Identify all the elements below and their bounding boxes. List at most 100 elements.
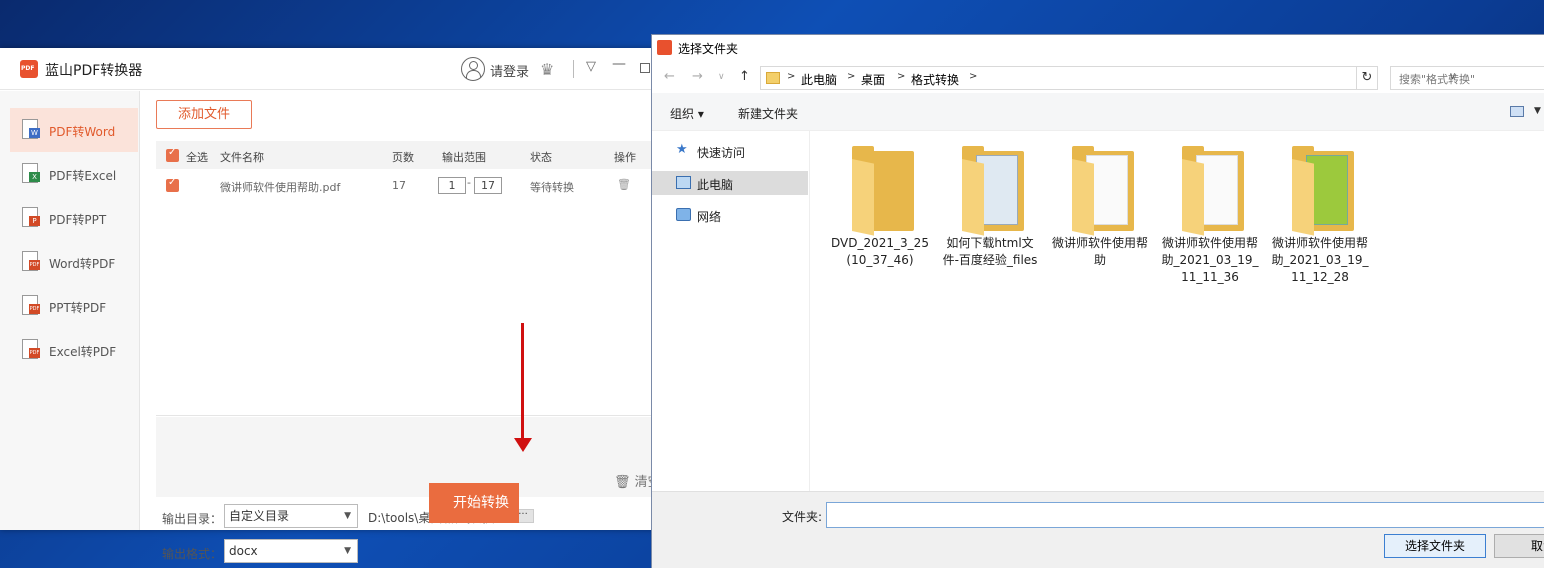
folder-icon xyxy=(852,146,914,236)
nav-item-label: 快速访问 xyxy=(697,146,746,160)
sidebar: W PDF转Word X PDF转Excel P PDF转PPT PDF Wor… xyxy=(0,91,140,530)
back-arrow-icon[interactable]: ← xyxy=(664,69,675,84)
refresh-icon[interactable]: ↻ xyxy=(1356,66,1378,90)
range-dash: - xyxy=(467,176,471,189)
computer-icon xyxy=(676,176,691,189)
cancel-button[interactable]: 取消 xyxy=(1494,534,1544,558)
chevron-right-icon[interactable]: > xyxy=(897,71,905,82)
chevron-down-icon[interactable]: ▼ xyxy=(1534,106,1541,116)
select-folder-button[interactable]: 选择文件夹 xyxy=(1384,534,1486,558)
header-range: 输出范围 xyxy=(442,151,486,164)
app-logo-icon xyxy=(657,40,672,55)
sidebar-item-pdf-to-word[interactable]: W PDF转Word xyxy=(10,108,138,152)
output-settings-panel xyxy=(156,417,656,497)
output-dir-select[interactable]: 自定义目录 ▼ xyxy=(224,504,358,528)
header-pages: 页数 xyxy=(392,151,414,164)
row-checkbox[interactable] xyxy=(166,177,179,192)
sidebar-item-pdf-to-ppt[interactable]: P PDF转PPT xyxy=(10,196,138,240)
delete-row-icon[interactable]: 🗑 xyxy=(617,178,631,191)
header-name: 文件名称 xyxy=(220,151,264,164)
output-format-label: 输出格式： xyxy=(162,547,223,561)
badge: P xyxy=(29,216,40,226)
network-icon xyxy=(676,208,691,221)
organize-menu[interactable]: 组织 ▾ xyxy=(670,105,704,122)
range-to-input[interactable]: 17 xyxy=(474,177,502,194)
add-file-button[interactable]: 添加文件 xyxy=(156,100,252,129)
badge: X xyxy=(29,172,40,182)
breadcrumb-format-convert[interactable]: 格式转换 xyxy=(911,71,959,88)
folder-name: 微讲师软件使用帮助 xyxy=(1051,236,1148,267)
folder-name: 如何下载html文件-百度经验_files xyxy=(942,236,1038,267)
annotation-arrow-head xyxy=(514,438,532,452)
minimize-icon[interactable]: — xyxy=(612,56,626,72)
row-file-name: 微讲师软件使用帮助.pdf xyxy=(220,181,341,194)
folder-item[interactable]: 微讲师软件使用帮助_2021_03_19_11_11_36 xyxy=(1160,141,1260,301)
badge: W xyxy=(29,128,40,138)
folder-icon xyxy=(1292,146,1354,236)
forward-arrow-icon[interactable]: → xyxy=(692,69,703,84)
folder-icon xyxy=(766,72,780,84)
star-icon: ★ xyxy=(676,142,688,157)
folder-item[interactable]: 微讲师软件使用帮助 xyxy=(1050,141,1150,301)
header-ops: 操作 xyxy=(614,151,636,164)
sidebar-item-excel-to-pdf[interactable]: PDF Excel转PDF xyxy=(10,328,138,372)
chevron-down-icon: ▼ xyxy=(344,546,351,556)
app-title: 蓝山PDF转换器 xyxy=(45,63,143,79)
pdf-doc-icon: PDF xyxy=(22,339,40,359)
chevron-right-icon[interactable]: > xyxy=(787,71,795,82)
recent-dropdown-icon[interactable]: ∨ xyxy=(718,72,725,82)
nav-item-label: 此电脑 xyxy=(697,178,734,192)
start-convert-button[interactable]: 开始转换 xyxy=(429,483,519,523)
dialog-toolbar: 组织 ▾ 新建文件夹 ▼ xyxy=(652,93,1544,131)
menu-dropdown-icon[interactable]: ▽ xyxy=(586,59,596,74)
chevron-right-icon[interactable]: > xyxy=(847,71,855,82)
folder-item[interactable]: 微讲师软件使用帮助_2021_03_19_11_12_28 xyxy=(1270,141,1370,301)
vip-crown-icon[interactable]: ♛ xyxy=(540,60,554,79)
select-folder-dialog: 选择文件夹 ← → ∨ ↑ > 此电脑 > 桌面 > 格式转换 > ∨ ↻ 搜索… xyxy=(651,34,1544,568)
view-options-icon[interactable] xyxy=(1510,106,1524,117)
pdf-doc-icon: PDF xyxy=(22,251,40,271)
row-status: 等待转换 xyxy=(530,181,574,194)
up-arrow-icon[interactable]: ↑ xyxy=(739,69,750,84)
folder-icon xyxy=(962,146,1024,236)
app-logo-icon xyxy=(20,60,38,78)
nav-item-quick-access[interactable]: ★ 快速访问 xyxy=(652,139,808,163)
sidebar-item-label: PPT转PDF xyxy=(49,301,107,315)
folder-item[interactable]: DVD_2021_3_25 (10_37_46) xyxy=(830,141,930,301)
maximize-icon[interactable] xyxy=(640,63,650,73)
sidebar-item-word-to-pdf[interactable]: PDF Word转PDF xyxy=(10,240,138,284)
search-input[interactable]: 搜索"格式转换" xyxy=(1390,66,1544,90)
range-from-input[interactable]: 1 xyxy=(438,177,466,194)
nav-item-this-pc[interactable]: 此电脑 xyxy=(652,171,808,195)
folder-field-label: 文件夹: xyxy=(782,510,823,524)
address-bar[interactable]: > 此电脑 > 桌面 > 格式转换 > ∨ xyxy=(760,66,1456,90)
header-select-all: 全选 xyxy=(186,151,208,164)
chevron-down-icon: ▼ xyxy=(344,511,351,521)
login-link[interactable]: 请登录 xyxy=(490,61,529,80)
user-avatar-icon[interactable] xyxy=(461,57,485,81)
breadcrumb-this-pc[interactable]: 此电脑 xyxy=(801,71,837,88)
app-titlebar: 蓝山PDF转换器 请登录 ♛ ▽ — xyxy=(0,48,700,90)
file-list: DVD_2021_3_25 (10_37_46) 如何下载html文件-百度经验… xyxy=(812,131,1544,491)
nav-item-network[interactable]: 网络 xyxy=(652,203,808,227)
excel-doc-icon: X xyxy=(22,163,40,183)
breadcrumb-desktop[interactable]: 桌面 xyxy=(861,71,885,88)
navigation-pane: ★ 快速访问 此电脑 网络 xyxy=(652,131,810,491)
badge: PDF xyxy=(29,304,40,314)
sidebar-item-label: PDF转PPT xyxy=(49,213,107,227)
annotation-arrow xyxy=(521,323,524,443)
sidebar-item-pdf-to-excel[interactable]: X PDF转Excel xyxy=(10,152,138,196)
sidebar-item-label: PDF转Excel xyxy=(49,169,117,183)
new-folder-button[interactable]: 新建文件夹 xyxy=(738,105,798,122)
output-format-select[interactable]: docx ▼ xyxy=(224,539,358,563)
sidebar-item-ppt-to-pdf[interactable]: PDF PPT转PDF xyxy=(10,284,138,328)
nav-item-label: 网络 xyxy=(697,210,722,224)
chevron-right-icon[interactable]: > xyxy=(969,71,977,82)
sidebar-item-label: Word转PDF xyxy=(49,257,116,271)
folder-name: DVD_2021_3_25 (10_37_46) xyxy=(831,236,929,267)
folder-name: 微讲师软件使用帮助_2021_03_19_11_11_36 xyxy=(1161,236,1259,284)
folder-item[interactable]: 如何下载html文件-百度经验_files xyxy=(940,141,1040,301)
select-all-checkbox[interactable] xyxy=(166,147,179,162)
folder-name-input[interactable] xyxy=(826,502,1544,528)
titlebar-divider xyxy=(573,60,574,78)
